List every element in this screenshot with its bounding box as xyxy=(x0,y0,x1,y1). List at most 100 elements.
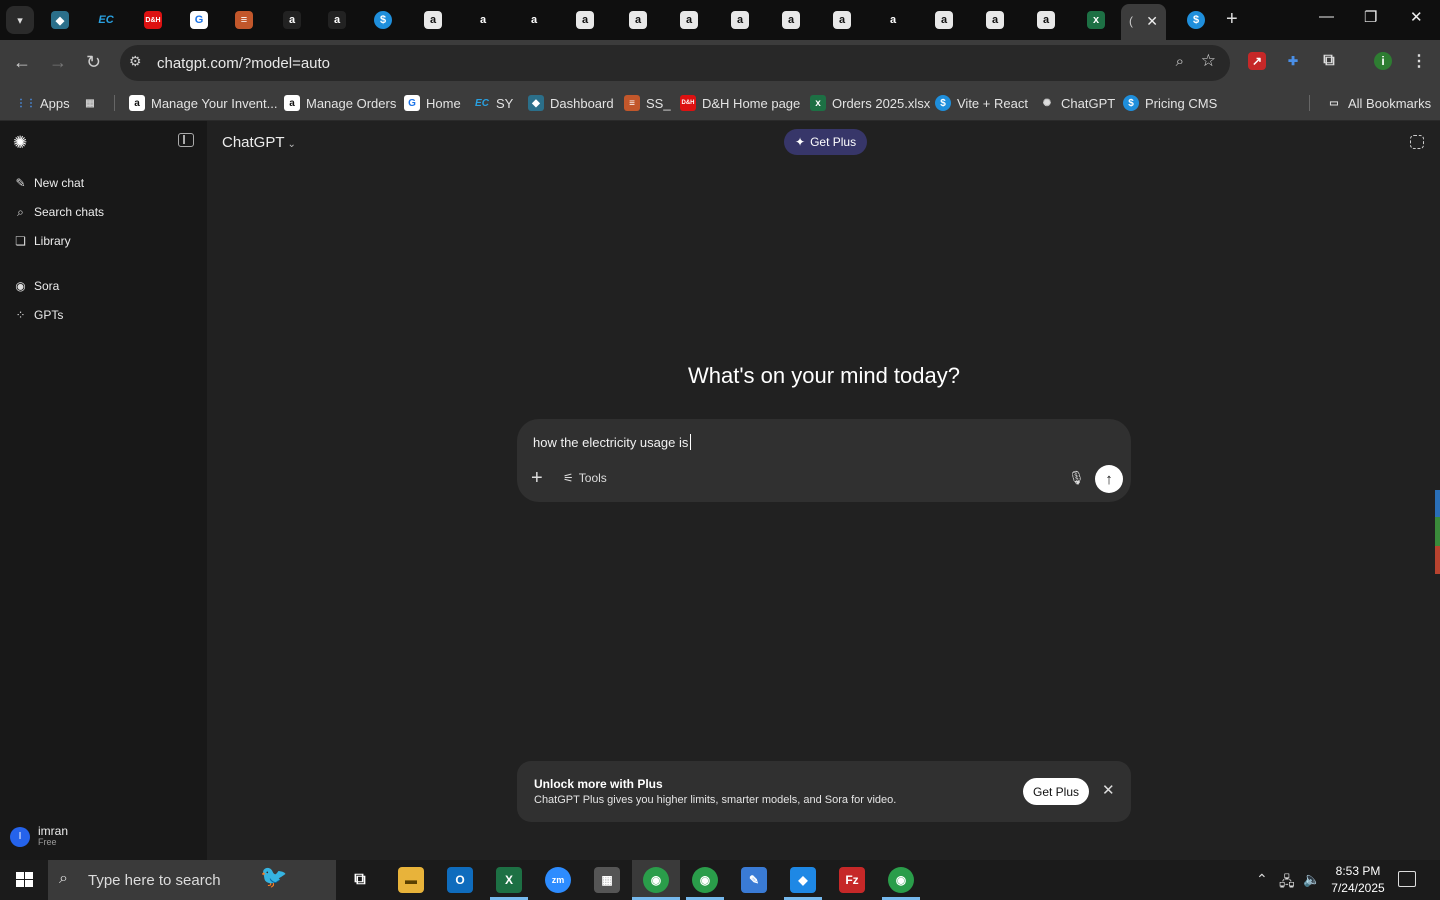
calculator-icon[interactable]: ▦ xyxy=(594,867,620,893)
chat-composer[interactable]: how the electricity usage is + ⚟ Tools 🎙 … xyxy=(517,419,1131,502)
tab-amazon[interactable]: a xyxy=(824,6,860,34)
volume-icon[interactable]: 🔈 xyxy=(1303,871,1320,888)
sidebar-item-gpts[interactable]: ⁘ GPTs xyxy=(14,305,63,325)
bookmark-pricing-cms[interactable]: $ Pricing CMS xyxy=(1123,93,1217,113)
tab-amazon[interactable]: a xyxy=(415,6,451,34)
bookmark-apps[interactable]: ⋮⋮ Apps xyxy=(16,93,70,113)
tab-amazon[interactable]: a xyxy=(722,6,758,34)
tab-favicon-ec[interactable]: EC xyxy=(94,6,118,34)
chevron-up-icon[interactable]: ⌃ xyxy=(1256,871,1268,888)
bookmark-star-icon[interactable]: ☆ xyxy=(1201,51,1216,71)
system-clock[interactable]: 8:53 PM 7/24/2025 xyxy=(1330,863,1386,897)
tab-amazon[interactable]: a xyxy=(977,6,1013,34)
zoom-icon[interactable]: ⌕ xyxy=(1176,53,1184,70)
bookmark-manage-orders[interactable]: a Manage Orders xyxy=(284,93,396,113)
close-window-button[interactable]: ✕ xyxy=(1410,8,1423,26)
get-plus-button[interactable]: ✦ Get Plus xyxy=(784,129,868,155)
bookmark-label: Dashboard xyxy=(550,95,614,111)
all-bookmarks[interactable]: ▭ All Bookmarks xyxy=(1326,93,1431,113)
sidebar-item-library[interactable]: ❏ Library xyxy=(14,231,71,251)
tab-pricing[interactable]: $ xyxy=(1178,6,1214,34)
model-selector[interactable]: ChatGPT ⌄ xyxy=(222,134,296,151)
tab-favicon-pricing[interactable]: $ xyxy=(371,6,395,34)
send-button[interactable]: ↑ xyxy=(1095,465,1123,493)
attach-plus-icon[interactable]: + xyxy=(531,467,543,490)
tab-favicon-dh[interactable]: D&H xyxy=(141,6,165,34)
bookmark-sy[interactable]: EC SY xyxy=(474,93,513,113)
app-diamond-icon[interactable]: ◆ xyxy=(790,867,816,893)
forward-icon[interactable]: → xyxy=(49,52,67,73)
bookmark-dh-home[interactable]: D&H D&H Home page xyxy=(680,93,800,113)
temporary-chat-icon[interactable] xyxy=(1410,135,1424,149)
new-tab-button[interactable]: + xyxy=(1226,8,1238,31)
tab-amazon[interactable]: a xyxy=(773,6,809,34)
bookmark-chatgpt[interactable]: ✺ ChatGPT xyxy=(1039,93,1115,113)
chrome-icon[interactable]: ◉ xyxy=(643,867,669,893)
minimize-button[interactable]: — xyxy=(1319,8,1334,25)
sidebar-item-label: New chat xyxy=(34,176,85,190)
tab-amazon[interactable]: a xyxy=(465,6,501,34)
taskbar-search[interactable]: ⌕ Type here to search 🐦 xyxy=(48,860,336,900)
tab-amazon[interactable]: a xyxy=(620,6,656,34)
excel-icon[interactable]: X xyxy=(496,867,522,893)
tab-amazon[interactable]: a xyxy=(926,6,962,34)
tab-amazon[interactable]: a xyxy=(567,6,603,34)
collapse-sidebar-icon[interactable] xyxy=(178,133,194,147)
notification-center-icon[interactable] xyxy=(1398,871,1416,887)
tab-amazon[interactable]: a xyxy=(875,6,911,34)
tools-button[interactable]: ⚟ Tools xyxy=(563,471,607,485)
reload-icon[interactable]: ↻ xyxy=(86,52,101,73)
network-icon[interactable]: 🖧 xyxy=(1279,871,1295,895)
tab-active-chatgpt[interactable]: ( ✕ xyxy=(1121,4,1166,40)
bookmark-ss[interactable]: ≡ SS_ xyxy=(624,93,671,113)
banner-get-plus-button[interactable]: Get Plus xyxy=(1023,778,1090,805)
tab-search-button[interactable]: ▾ xyxy=(6,6,34,34)
outlook-icon[interactable]: O xyxy=(447,867,473,893)
extension-red-icon[interactable]: ↗ xyxy=(1248,52,1266,70)
tab-favicon-ss[interactable]: ≡ xyxy=(232,6,256,34)
filezilla-icon[interactable]: Fz xyxy=(839,867,865,893)
bookmark-separator xyxy=(114,95,115,111)
prompt-input[interactable]: how the electricity usage is xyxy=(533,434,692,450)
openai-logo-icon[interactable]: ✺ xyxy=(13,133,27,153)
close-icon[interactable]: ✕ xyxy=(1102,781,1115,799)
tab-excel[interactable]: x xyxy=(1078,6,1114,34)
bookmark-vite-react[interactable]: $ Vite + React xyxy=(935,93,1028,113)
avatar: I xyxy=(10,826,30,847)
windows-start-icon[interactable] xyxy=(16,872,34,888)
tab-favicon-dashboard[interactable]: ◆ xyxy=(48,6,72,34)
sidebar-item-sora[interactable]: ◉ Sora xyxy=(14,276,59,296)
tab-amazon[interactable]: a xyxy=(671,6,707,34)
tab-favicon-amazon[interactable]: a xyxy=(325,6,349,34)
extension-blue-icon[interactable]: ✚ xyxy=(1284,52,1302,70)
file-explorer-icon[interactable]: ▬ xyxy=(398,867,424,893)
url-text[interactable]: chatgpt.com/?model=auto xyxy=(157,55,330,72)
close-tab-icon[interactable]: ✕ xyxy=(1146,13,1158,30)
user-account[interactable]: I imran Free xyxy=(10,825,68,848)
back-icon[interactable]: ← xyxy=(13,52,31,73)
task-view-icon[interactable]: ⧉ xyxy=(347,867,373,893)
tab-favicon-home[interactable]: G xyxy=(187,6,211,34)
bookmark-orders-xlsx[interactable]: x Orders 2025.xlsx xyxy=(810,93,930,113)
extensions-puzzle-icon[interactable]: ⧉ xyxy=(1320,52,1338,70)
profile-avatar[interactable]: i xyxy=(1374,52,1392,70)
model-label: ChatGPT xyxy=(222,134,285,151)
site-info-icon[interactable]: ⚙ xyxy=(129,53,142,70)
bookmark-manage-inventory[interactable]: a Manage Your Invent... xyxy=(129,93,277,113)
bookmark-tab-groups[interactable]: ▦ xyxy=(82,93,98,113)
tab-favicon-amazon[interactable]: a xyxy=(280,6,304,34)
sidebar-item-new-chat[interactable]: ✎ New chat xyxy=(14,173,84,193)
tab-amazon[interactable]: a xyxy=(1028,6,1064,34)
tab-amazon[interactable]: a xyxy=(516,6,552,34)
address-bar[interactable]: ⚙ chatgpt.com/?model=auto ⌕ ☆ xyxy=(120,45,1230,81)
sidebar-item-search-chats[interactable]: ⌕ Search chats xyxy=(14,202,104,222)
notes-app-icon[interactable]: ✎ xyxy=(741,867,767,893)
bookmark-home[interactable]: G Home xyxy=(404,93,461,113)
microphone-icon[interactable]: 🎙 xyxy=(1068,470,1085,486)
chrome-icon[interactable]: ◉ xyxy=(692,867,718,893)
restore-button[interactable]: ❐ xyxy=(1364,8,1377,26)
chrome-icon[interactable]: ◉ xyxy=(888,867,914,893)
browser-menu-icon[interactable]: ⋮ xyxy=(1410,52,1428,70)
bookmark-dashboard[interactable]: ◆ Dashboard xyxy=(528,93,614,113)
zoom-app-icon[interactable]: zm xyxy=(545,867,571,893)
